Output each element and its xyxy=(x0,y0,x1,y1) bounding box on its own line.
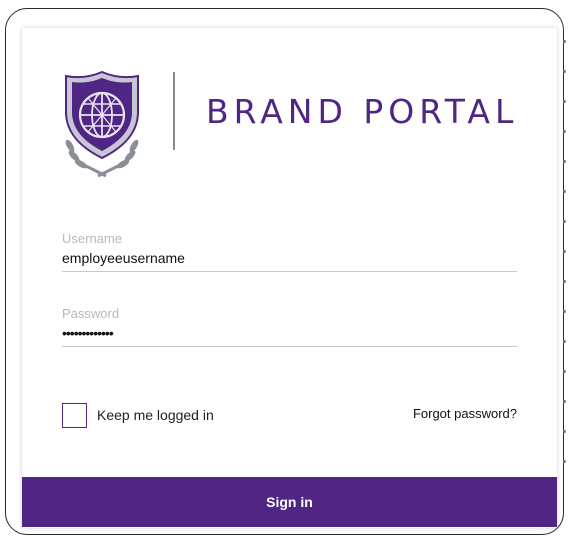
remember-label: Keep me logged in xyxy=(97,407,214,423)
username-input[interactable] xyxy=(62,248,517,272)
shield-crest-icon xyxy=(65,70,139,178)
username-field-group: Username xyxy=(62,230,517,272)
password-input[interactable] xyxy=(62,323,517,347)
page-title: BRAND PORTAL xyxy=(206,92,519,131)
forgot-password-link[interactable]: Forgot password? xyxy=(413,406,517,421)
logo-divider xyxy=(173,72,175,150)
username-label: Username xyxy=(62,231,122,246)
password-field-group: Password xyxy=(62,305,517,347)
sign-in-button[interactable]: Sign in xyxy=(22,477,557,527)
remember-me[interactable]: Keep me logged in xyxy=(62,401,214,429)
password-label: Password xyxy=(62,306,120,321)
remember-checkbox[interactable] xyxy=(62,402,87,428)
